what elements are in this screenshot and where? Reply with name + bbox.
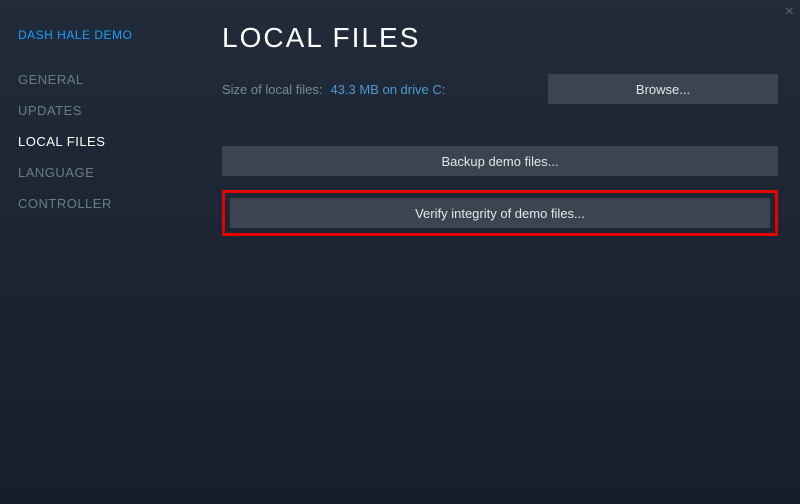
sidebar-item-updates[interactable]: UPDATES xyxy=(18,95,200,126)
browse-button[interactable]: Browse... xyxy=(548,74,778,104)
local-files-info-row: Size of local files: 43.3 MB on drive C:… xyxy=(222,74,778,104)
backup-button[interactable]: Backup demo files... xyxy=(222,146,778,176)
verify-highlight: Verify integrity of demo files... xyxy=(222,190,778,236)
sidebar-item-language[interactable]: LANGUAGE xyxy=(18,157,200,188)
size-label: Size of local files: xyxy=(222,82,322,97)
main-panel: LOCAL FILES Size of local files: 43.3 MB… xyxy=(200,0,800,504)
verify-integrity-button[interactable]: Verify integrity of demo files... xyxy=(230,198,770,228)
size-value: 43.3 MB on drive C: xyxy=(330,82,445,97)
action-buttons: Backup demo files... Verify integrity of… xyxy=(222,146,778,236)
sidebar-item-local-files[interactable]: LOCAL FILES xyxy=(18,126,200,157)
sidebar-item-general[interactable]: GENERAL xyxy=(18,64,200,95)
game-title: DASH HALE DEMO xyxy=(18,28,200,42)
page-title: LOCAL FILES xyxy=(222,22,778,54)
close-button[interactable]: × xyxy=(785,4,794,20)
sidebar: DASH HALE DEMO GENERAL UPDATES LOCAL FIL… xyxy=(0,0,200,504)
sidebar-item-controller[interactable]: CONTROLLER xyxy=(18,188,200,219)
